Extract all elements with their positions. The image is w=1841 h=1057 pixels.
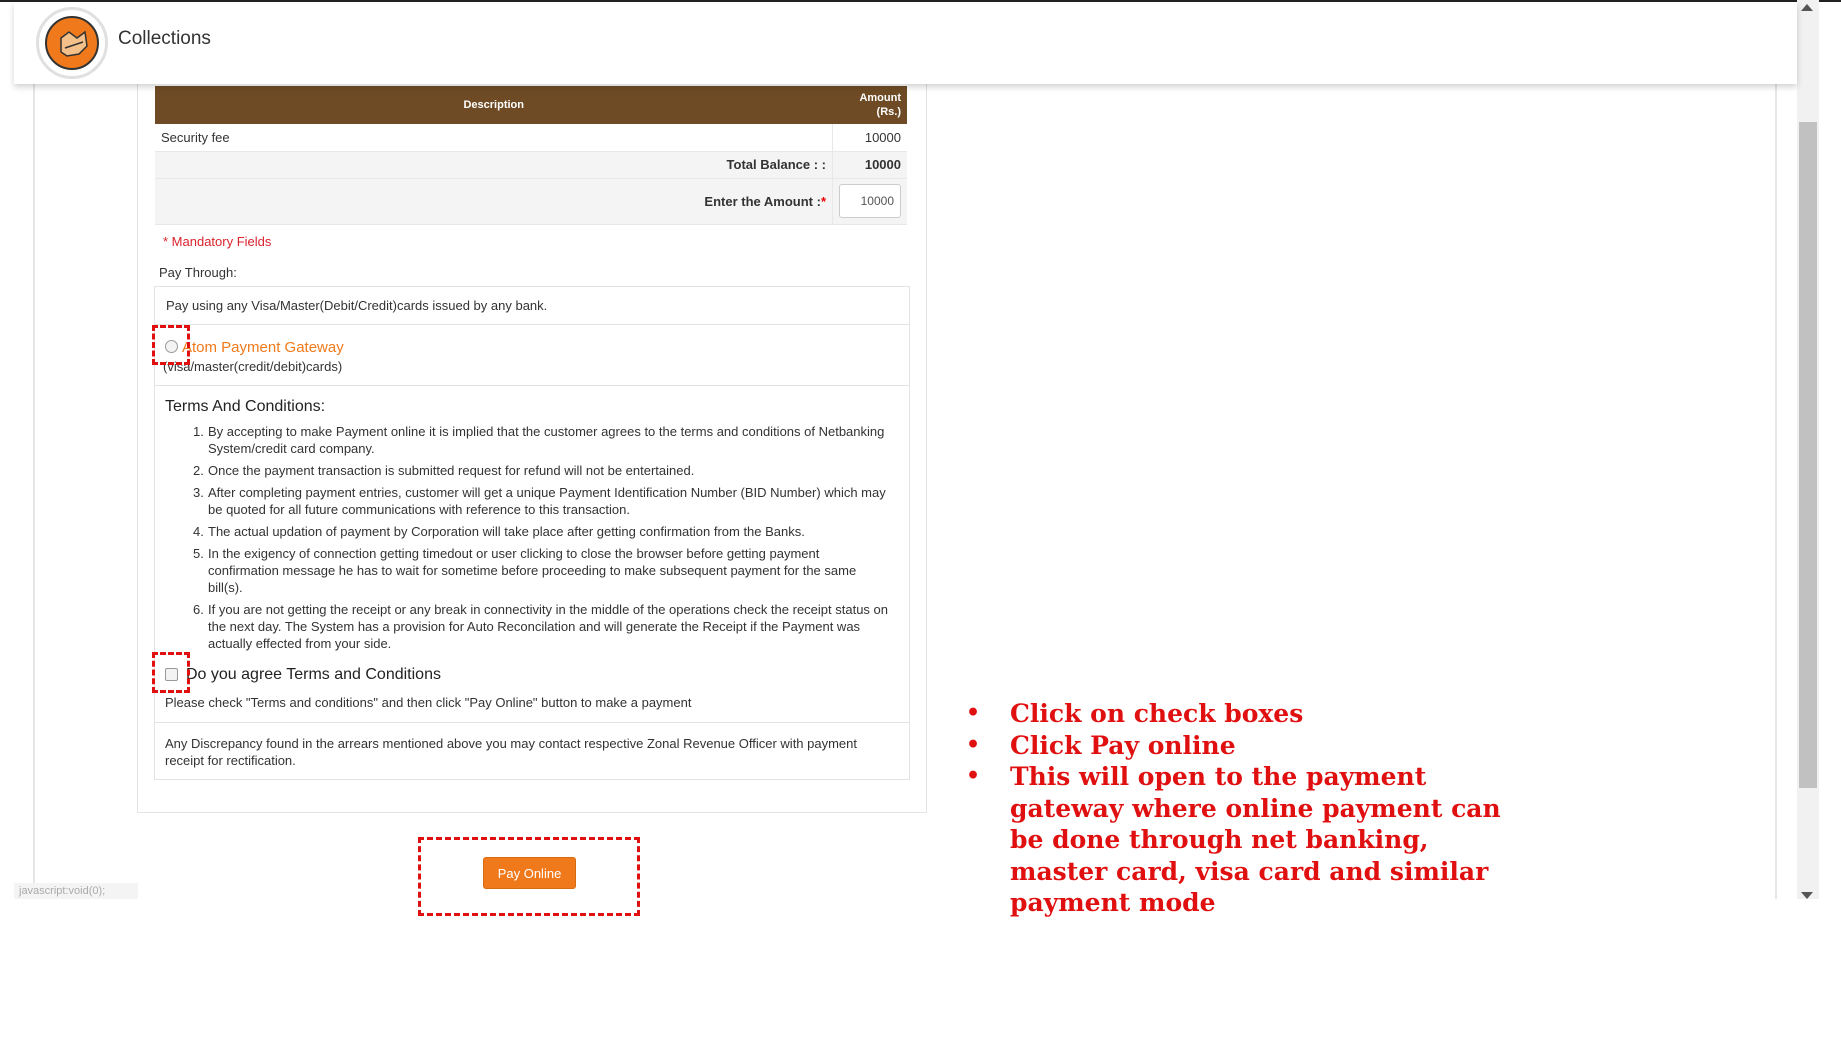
- gateway-label[interactable]: Atom Payment Gateway: [182, 339, 344, 356]
- discrepancy-note: Any Discrepancy found in the arrears men…: [165, 736, 858, 768]
- scroll-thumb[interactable]: [1799, 122, 1817, 788]
- terms-item: 4. The actual updation of payment by Corp…: [193, 523, 893, 540]
- terms-item-number: 5.: [193, 546, 204, 561]
- enter-amount-label: Enter the Amount :: [704, 193, 821, 209]
- app-header: Collections: [14, 2, 1797, 84]
- page-border-left: [33, 84, 35, 899]
- page-border-right: [1775, 84, 1777, 899]
- terms-item-text: After completing payment entries, custom…: [208, 485, 886, 517]
- enter-amount-label-cell: Enter the Amount :*: [155, 178, 833, 225]
- amount-input[interactable]: [839, 184, 901, 218]
- annotation-text: This will open to the payment gateway wh…: [1010, 762, 1501, 917]
- divider: [154, 324, 910, 325]
- terms-item-number: 3.: [193, 485, 204, 500]
- pay-using-text: Pay using any Visa/Master(Debit/Credit)c…: [166, 298, 548, 313]
- row-amount: 10000: [832, 124, 907, 152]
- annotation-item: • This will open to the payment gateway w…: [966, 761, 1526, 919]
- terms-item-text: In the exigency of connection getting ti…: [208, 546, 857, 595]
- highlight-pay-button-box: [418, 837, 640, 916]
- annotation-item: • Click on check boxes: [966, 698, 1526, 730]
- highlight-checkbox-box: [152, 652, 190, 693]
- pay-through-label: Pay Through:: [159, 265, 237, 280]
- enter-amount-row: Enter the Amount :*: [155, 178, 907, 225]
- total-balance-row: Total Balance : : 10000: [155, 151, 907, 179]
- terms-item: 5. In the exigency of connection getting …: [193, 545, 893, 596]
- app-title: Collections: [118, 28, 211, 49]
- terms-item-text: By accepting to make Payment online it i…: [208, 424, 885, 456]
- agree-terms-label[interactable]: Do you agree Terms and Conditions: [186, 666, 441, 684]
- terms-item-number: 6.: [193, 602, 204, 617]
- bullet-icon: •: [966, 731, 981, 758]
- corporation-logo-icon[interactable]: [36, 7, 108, 79]
- col-amount-header: Amount (Rs.): [832, 86, 907, 124]
- divider: [154, 722, 910, 723]
- bill-table: Description Amount (Rs.) Security fee 10…: [155, 86, 907, 225]
- terms-item-number: 2.: [193, 463, 204, 478]
- terms-item-text: Once the payment transaction is submitte…: [208, 463, 695, 478]
- annotation-text: Click on check boxes: [1010, 699, 1304, 728]
- bullet-icon: •: [966, 763, 981, 789]
- instruction-annotation: • Click on check boxes • Click Pay online …: [966, 698, 1526, 919]
- terms-item-text: If you are not getting the receipt or an…: [208, 602, 889, 651]
- annotation-text: Click Pay online: [1010, 730, 1236, 760]
- total-balance-value: 10000: [832, 151, 907, 179]
- terms-item: 3. After completing payment entries, cust…: [193, 484, 893, 518]
- scroll-up-arrow-icon[interactable]: [1801, 4, 1813, 11]
- enter-amount-input-cell: [832, 178, 907, 225]
- required-star: *: [820, 193, 826, 209]
- col-amount-label: Amount: [859, 92, 901, 104]
- vertical-scrollbar[interactable]: [1797, 0, 1819, 899]
- mandatory-fields-note: * Mandatory Fields: [163, 234, 272, 249]
- table-row: Security fee 10000: [155, 124, 907, 152]
- bullet-icon: •: [966, 700, 981, 726]
- highlight-radio-box: [152, 325, 190, 365]
- col-description-header: Description: [155, 86, 833, 124]
- col-amount-unit: (Rs.): [876, 106, 901, 118]
- status-bar-url: javascript:void(0);: [14, 883, 138, 899]
- terms-list: 1. By accepting to make Payment online it…: [193, 423, 893, 657]
- terms-item: 1. By accepting to make Payment online it…: [193, 423, 893, 457]
- row-description: Security fee: [155, 124, 833, 152]
- total-balance-label: Total Balance : :: [155, 151, 833, 179]
- divider: [154, 385, 910, 386]
- terms-item: 6. If you are not getting the receipt or …: [193, 601, 893, 652]
- terms-item-number: 1.: [193, 424, 204, 439]
- terms-item: 2. Once the payment transaction is submit…: [193, 462, 893, 479]
- check-terms-note: Please check "Terms and conditions" and …: [165, 695, 692, 710]
- annotation-item: • Click Pay online: [966, 730, 1526, 762]
- terms-title: Terms And Conditions:: [165, 398, 326, 415]
- scroll-down-arrow-icon[interactable]: [1801, 892, 1813, 899]
- terms-item-text: The actual updation of payment by Corpor…: [208, 524, 805, 539]
- table-header-row: Description Amount (Rs.): [155, 86, 907, 124]
- terms-item-number: 4.: [193, 524, 204, 539]
